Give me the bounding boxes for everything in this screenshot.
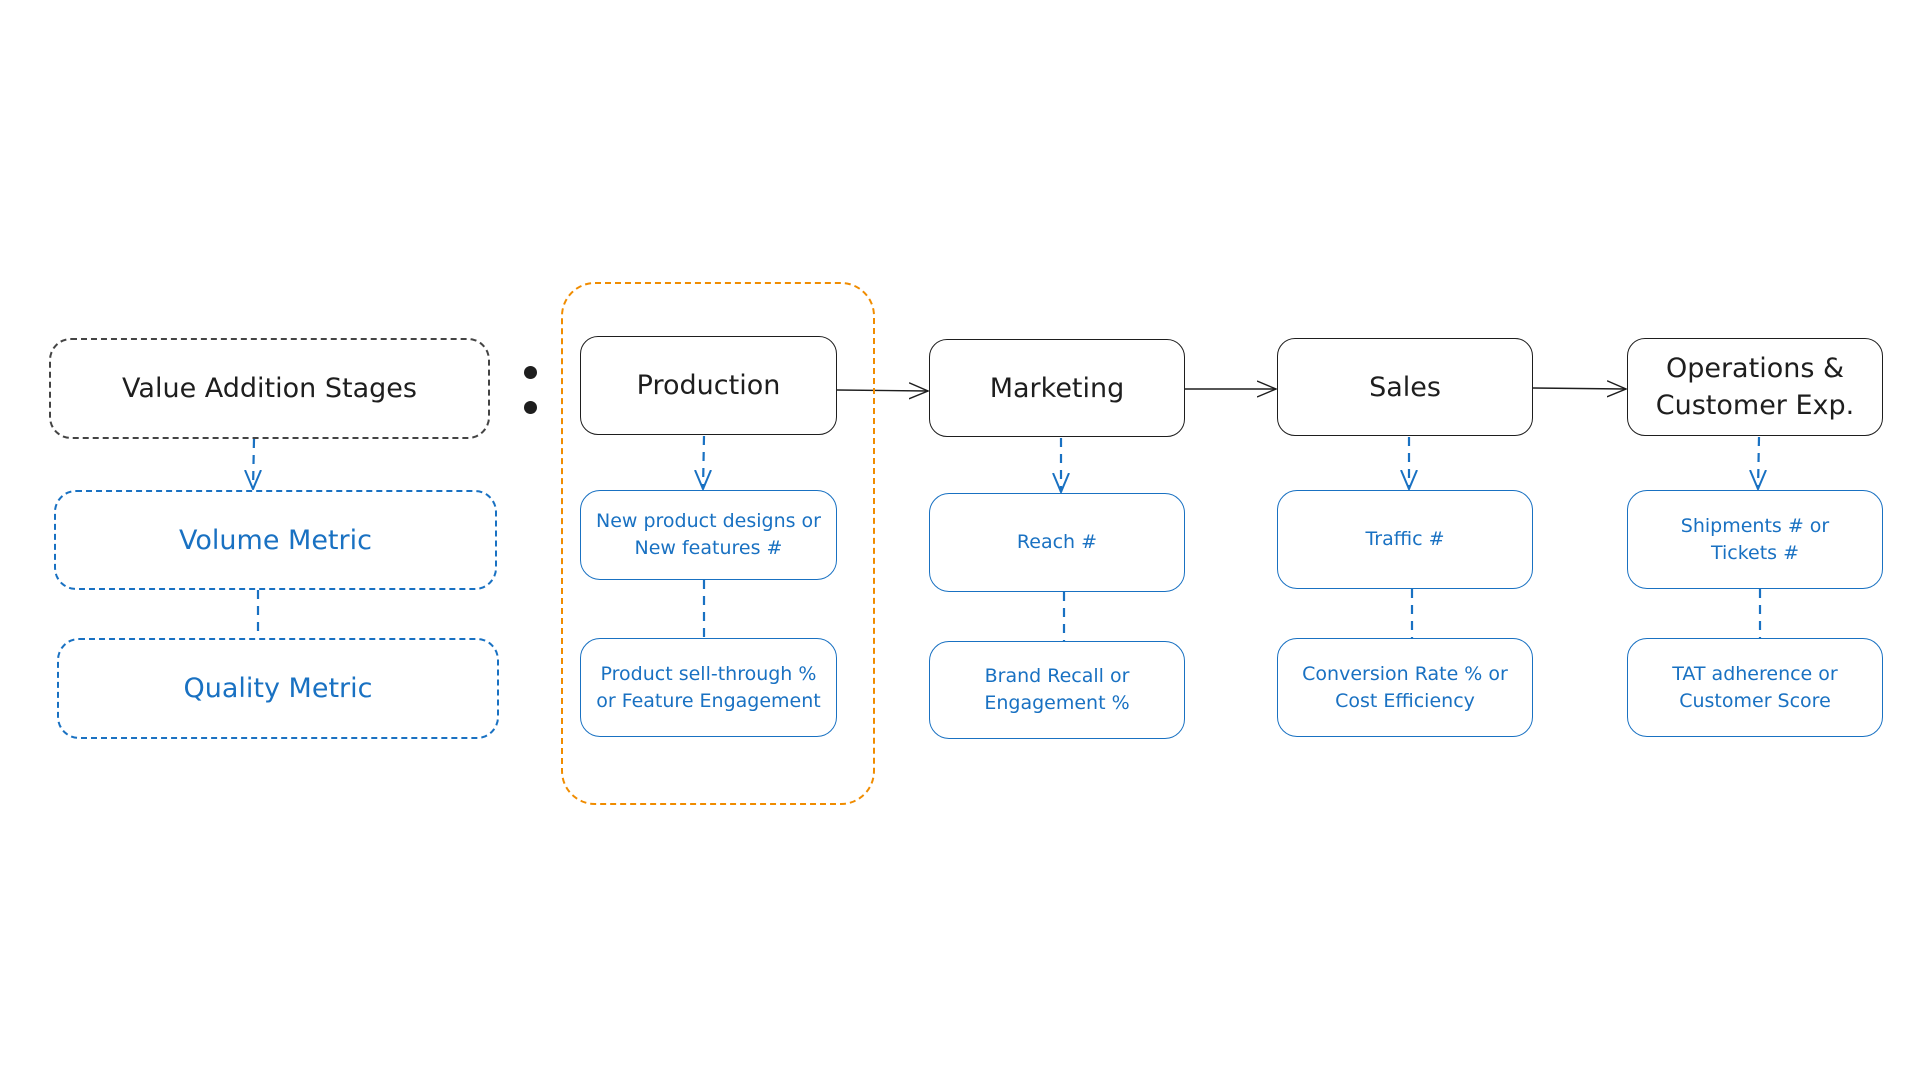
stage-marketing-label: Marketing	[989, 372, 1125, 404]
stage-production-label: Production	[636, 370, 781, 401]
stage-sales[interactable]: Sales	[1277, 338, 1533, 436]
legend-volume-metric-box[interactable]: Volume Metric	[54, 490, 497, 590]
sales-volume-metric-label: Traffic #	[1365, 528, 1445, 550]
legend-quality-metric-box[interactable]: Quality Metric	[57, 638, 499, 739]
stage-operations-label: Operations & Customer Exp.	[1655, 353, 1855, 421]
production-volume-metric[interactable]: New product designs or New features #	[580, 490, 837, 580]
legend-volume-metric-label: Volume Metric	[179, 524, 372, 556]
operations-quality-metric[interactable]: TAT adherence or Customer Score	[1627, 638, 1883, 737]
marketing-quality-metric[interactable]: Brand Recall or Engagement %	[929, 641, 1185, 739]
arrow-operations-to-volume	[1758, 436, 1759, 489]
marketing-quality-metric-label: Brand Recall or Engagement %	[984, 665, 1130, 714]
stage-marketing[interactable]: Marketing	[929, 339, 1185, 437]
sales-volume-metric[interactable]: Traffic #	[1277, 490, 1533, 589]
colon-dot-bottom	[524, 401, 537, 414]
arrow-sales-to-operations	[1532, 388, 1626, 389]
legend-header-label: Value Addition Stages	[122, 373, 417, 404]
legend-arrow-head-to-volume	[253, 438, 254, 489]
operations-volume-metric[interactable]: Shipments # or Tickets #	[1627, 490, 1883, 589]
operations-quality-metric-label: TAT adherence or Customer Score	[1672, 662, 1838, 712]
stage-production[interactable]: Production	[580, 336, 837, 435]
operations-volume-metric-label: Shipments # or Tickets #	[1680, 514, 1830, 564]
marketing-volume-metric-label: Reach #	[1016, 531, 1098, 553]
sales-quality-metric-label: Conversion Rate % or Cost Efficiency	[1302, 662, 1508, 712]
sales-quality-metric[interactable]: Conversion Rate % or Cost Efficiency	[1277, 638, 1533, 737]
colon-dot-top	[524, 366, 537, 379]
legend-header-box[interactable]: Value Addition Stages	[49, 338, 490, 439]
production-quality-metric[interactable]: Product sell-through % or Feature Engage…	[580, 638, 837, 737]
marketing-volume-metric[interactable]: Reach #	[929, 493, 1185, 592]
production-quality-metric-label: Product sell-through % or Feature Engage…	[596, 662, 821, 712]
production-volume-metric-label: New product designs or New features #	[595, 510, 821, 559]
stage-operations-customer-exp[interactable]: Operations & Customer Exp.	[1627, 338, 1883, 436]
stage-sales-label: Sales	[1369, 371, 1441, 403]
legend-quality-metric-label: Quality Metric	[183, 673, 373, 704]
